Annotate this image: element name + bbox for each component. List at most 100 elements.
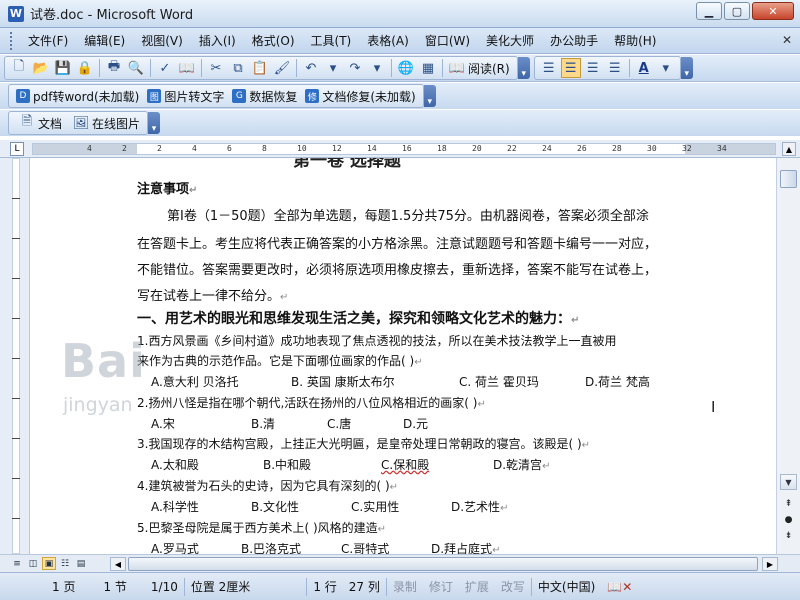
menubar-grip[interactable] xyxy=(10,31,14,50)
font-color-dropdown-icon[interactable]: ▾ xyxy=(656,58,676,78)
status-line[interactable]: 1 行 xyxy=(307,578,342,595)
paragraph-mark: ↵ xyxy=(581,440,591,451)
status-page[interactable]: 1 页 xyxy=(0,578,81,595)
paste-icon[interactable]: 📋 xyxy=(250,58,270,78)
menu-insert[interactable]: 插入(I) xyxy=(191,28,244,54)
data-recovery-button[interactable]: G 数据恢复 xyxy=(228,85,301,107)
copy-icon[interactable]: ⧉ xyxy=(228,58,248,78)
separator xyxy=(201,59,202,77)
vertical-scrollbar[interactable]: ▼ ⇞ ● ⇟ xyxy=(776,158,800,554)
previous-page-icon[interactable]: ⇞ xyxy=(780,498,797,510)
print-view-icon[interactable]: ▣ xyxy=(42,557,56,570)
print-preview-icon[interactable]: 🔍 xyxy=(126,58,146,78)
online-images-button[interactable]: 🖼 在线图片 xyxy=(66,112,144,134)
menu-window[interactable]: 窗口(W) xyxy=(417,28,478,54)
status-page-count[interactable]: 1/10 xyxy=(133,580,184,594)
paragraph-mark: ↵ xyxy=(492,545,501,554)
status-position[interactable]: 位置 2厘米 xyxy=(185,578,256,595)
justify-icon[interactable]: ☰ xyxy=(605,58,625,78)
standard-toolbar: 🗋 📂 💾 🔒 🖶 🔍 ✓ 📖 ✂ ⧉ 📋 🖌 ↶ ▾ ↷ ▾ 🌐 ▦ 📖 阅读… xyxy=(0,55,800,82)
vertical-scroll-thumb[interactable] xyxy=(780,170,797,188)
pdf-to-word-button[interactable]: Dpdf转word(未加载) xyxy=(12,85,143,107)
ruler-tick-label: 32 xyxy=(682,144,692,153)
status-overtype[interactable]: 改写 xyxy=(495,578,531,595)
menu-view[interactable]: 视图(V) xyxy=(133,28,191,54)
document-close-icon[interactable]: ✕ xyxy=(782,33,792,47)
scroll-left-icon[interactable]: ◀ xyxy=(110,557,126,571)
research-icon[interactable]: 📖 xyxy=(177,58,197,78)
formatting-options-chevron[interactable]: ▾ xyxy=(680,57,693,79)
horizontal-ruler[interactable]: 4 2 2 4 6 8 10 12 14 16 18 20 22 24 26 28 30 32 34 xyxy=(32,143,776,155)
undo-dropdown-icon[interactable]: ▾ xyxy=(323,58,343,78)
font-color-icon[interactable]: A xyxy=(634,58,654,78)
save-icon[interactable]: 💾 xyxy=(53,58,73,78)
word-app-icon[interactable]: W xyxy=(8,5,24,22)
redo-icon[interactable]: ↷ xyxy=(345,58,365,78)
minimize-button[interactable]: ▁ xyxy=(696,2,722,20)
open-folder-icon[interactable]: 📂 xyxy=(31,58,51,78)
document-icon: 🗎 xyxy=(21,114,33,129)
normal-view-icon[interactable]: ≡ xyxy=(10,557,24,570)
table-icon[interactable]: ▦ xyxy=(418,58,438,78)
close-button[interactable]: ✕ xyxy=(752,2,794,20)
vertical-ruler-tick xyxy=(12,198,20,199)
plugin-toolbar-group: Dpdf转word(未加载) 图图片转文字 G 数据恢复 修文档修复(未加载) xyxy=(8,84,424,108)
next-page-icon[interactable]: ⇟ xyxy=(780,530,797,542)
horizontal-scroll-thumb[interactable] xyxy=(128,557,758,571)
status-extend[interactable]: 扩展 xyxy=(459,578,495,595)
menu-edit[interactable]: 编辑(E) xyxy=(76,28,133,54)
align-right-icon[interactable]: ☰ xyxy=(583,58,603,78)
redo-dropdown-icon[interactable]: ▾ xyxy=(367,58,387,78)
status-section[interactable]: 1 节 xyxy=(81,578,132,595)
print-icon[interactable]: 🖶 xyxy=(104,58,124,78)
paragraph-mark: ↵ xyxy=(542,461,551,472)
document-repair-button[interactable]: 修文档修复(未加载) xyxy=(301,85,419,107)
scroll-right-icon[interactable]: ▶ xyxy=(762,557,778,571)
maximize-button[interactable]: ▢ xyxy=(724,2,750,20)
vertical-ruler-tick xyxy=(12,358,20,359)
vertical-ruler-tick xyxy=(12,318,20,319)
document-page[interactable]: 第一卷 选择题 注意事项↵ 第Ⅰ卷（1－50题）全部为单选题，每题1.5分共75… xyxy=(31,158,775,554)
outline-view-icon[interactable]: ☷ xyxy=(58,557,72,570)
menu-help[interactable]: 帮助(H) xyxy=(606,28,664,54)
web-view-icon[interactable]: ◫ xyxy=(26,557,40,570)
toolbar-options-chevron[interactable]: ▾ xyxy=(517,57,530,79)
read-button-label[interactable]: 阅读(R) xyxy=(468,60,514,77)
separator xyxy=(99,59,100,77)
menu-file[interactable]: 文件(F) xyxy=(20,28,76,54)
status-language[interactable]: 中文(中国) xyxy=(532,578,601,595)
question-3-option-a: A.太和殿 xyxy=(151,458,199,472)
question-1-option-a: A.意大利 贝洛托 xyxy=(151,375,239,389)
status-column[interactable]: 27 列 xyxy=(343,578,386,595)
plugin-toolbar-chevron[interactable]: ▾ xyxy=(423,85,436,107)
menu-tools[interactable]: 工具(T) xyxy=(303,28,360,54)
status-track-changes[interactable]: 修订 xyxy=(423,578,459,595)
permission-icon[interactable]: 🔒 xyxy=(75,58,95,78)
menu-table[interactable]: 表格(A) xyxy=(359,28,417,54)
spelling-status-icon[interactable]: 📖✕ xyxy=(601,580,638,594)
scroll-down-icon[interactable]: ▼ xyxy=(780,474,797,490)
menu-office-assistant[interactable]: 办公助手 xyxy=(542,28,606,54)
undo-icon[interactable]: ↶ xyxy=(301,58,321,78)
select-browse-object-icon[interactable]: ● xyxy=(780,514,797,526)
cut-icon[interactable]: ✂ xyxy=(206,58,226,78)
vertical-ruler-tick xyxy=(12,238,20,239)
align-left-icon[interactable]: ☰ xyxy=(539,58,559,78)
spelling-icon[interactable]: ✓ xyxy=(155,58,175,78)
status-record[interactable]: 录制 xyxy=(387,578,423,595)
menu-format[interactable]: 格式(O) xyxy=(244,28,303,54)
ruler-scroll-up-icon[interactable]: ▲ xyxy=(782,142,796,156)
image-to-text-button[interactable]: 图图片转文字 xyxy=(143,85,228,107)
reading-view-icon[interactable]: ▤ xyxy=(74,557,88,570)
align-center-icon[interactable]: ☰ xyxy=(560,58,581,78)
hyperlink-icon[interactable]: 🌐 xyxy=(396,58,416,78)
tab-selector[interactable]: L xyxy=(10,142,24,156)
format-painter-icon[interactable]: 🖌 xyxy=(272,58,292,78)
document-button[interactable]: 🗎 文档 xyxy=(12,112,66,134)
read-icon[interactable]: 📖 xyxy=(447,58,467,78)
menu-beautify[interactable]: 美化大师 xyxy=(478,28,542,54)
new-document-icon[interactable]: 🗋 xyxy=(9,58,29,78)
document-toolbar-chevron[interactable]: ▾ xyxy=(148,112,161,134)
vertical-ruler[interactable] xyxy=(0,158,30,554)
horizontal-scrollbar[interactable]: ≡ ◫ ▣ ☷ ▤ ◀ ▶ xyxy=(0,554,800,572)
